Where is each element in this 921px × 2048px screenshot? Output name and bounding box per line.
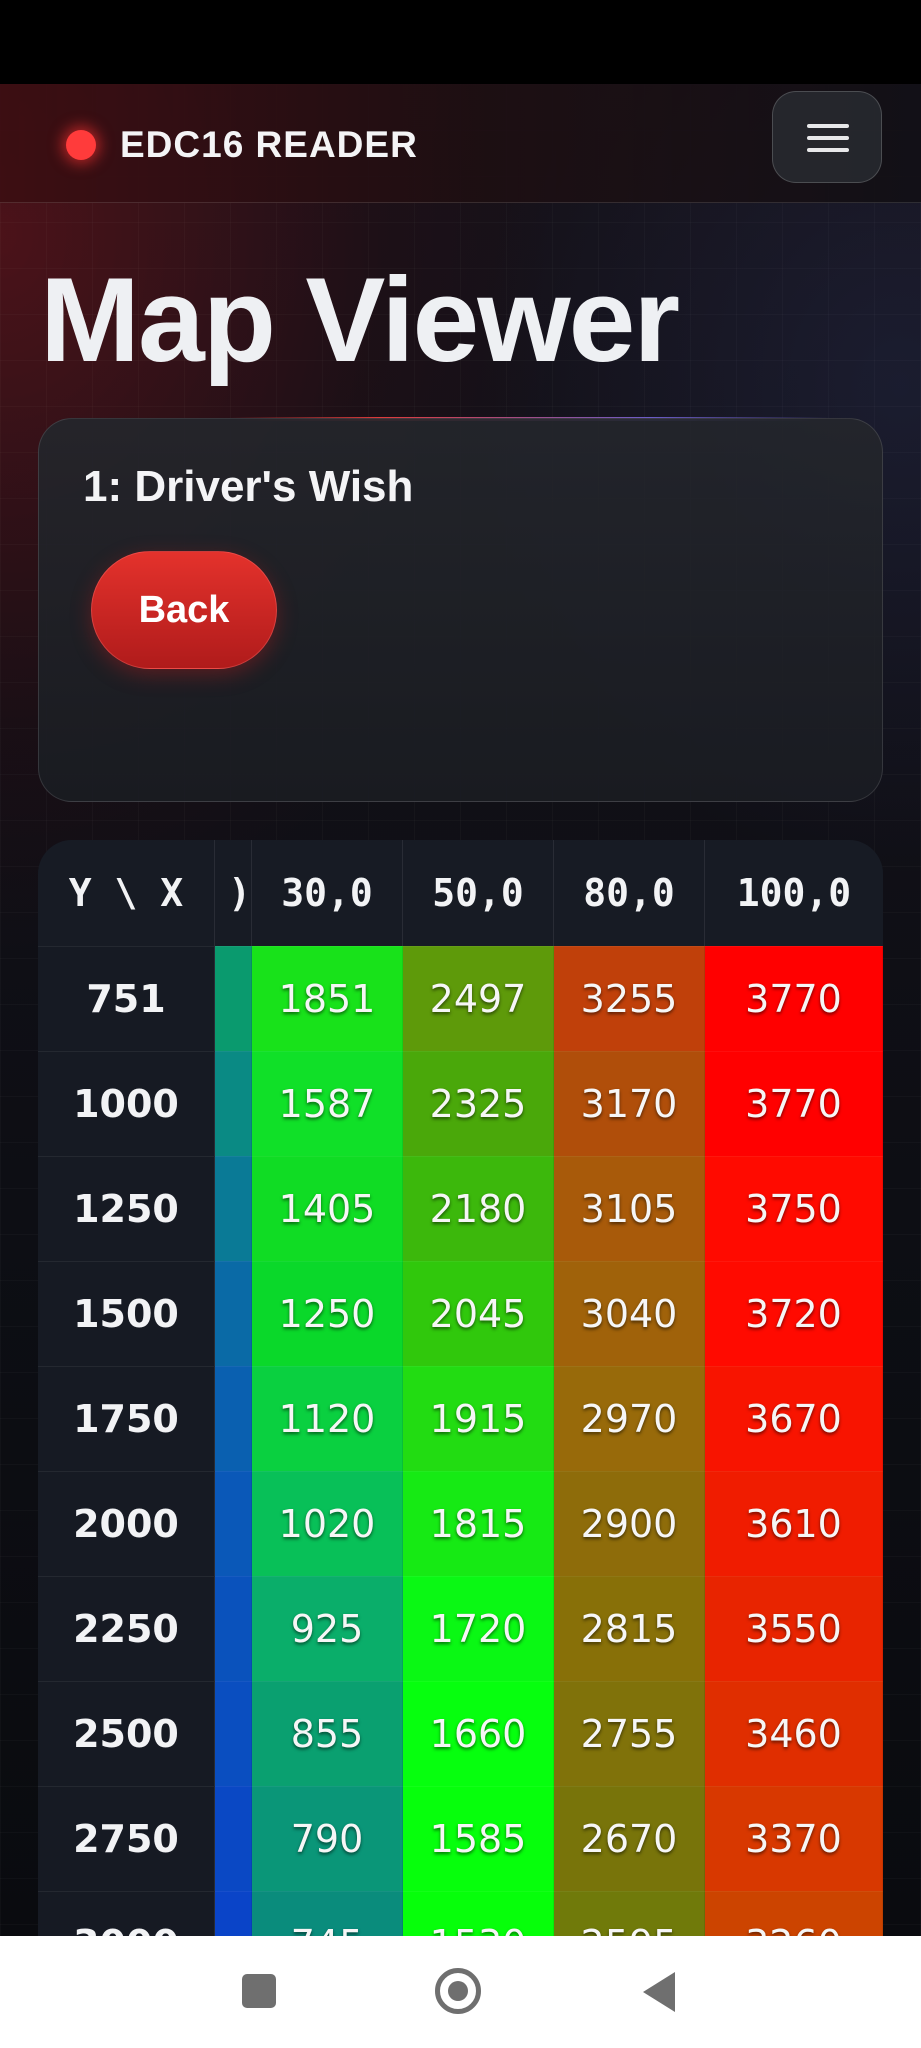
table-cell[interactable]: 3370 [705,1786,883,1891]
system-nav-bar [0,1936,921,2048]
table-cell[interactable]: 855 [252,1681,403,1786]
table-cell[interactable]: 1405 [252,1156,403,1261]
row-label: 2000 [38,1471,215,1576]
table-cell[interactable]: 1120 [252,1366,403,1471]
table-row: 2750 790 1585 2670 3370 [38,1786,883,1891]
table-row: 2500 855 1660 2755 3460 [38,1681,883,1786]
table-cell[interactable]: 1851 [252,946,403,1051]
table-header-row: Y \ X ) 30,0 50,0 80,0 100,0 [38,840,883,946]
back-icon[interactable] [643,1972,675,2012]
table-cell[interactable]: 1250 [252,1261,403,1366]
table-cell[interactable]: 3750 [705,1156,883,1261]
row-label: 1750 [38,1366,215,1471]
app-header: EDC16 READER [0,84,921,203]
table-cell[interactable]: 3260 [705,1891,883,1936]
table-cell[interactable]: 1815 [403,1471,554,1576]
page-title: Map Viewer [40,253,680,387]
corner-label: Y \ X [38,840,215,946]
table-row: 2250 925 1720 2815 3550 [38,1576,883,1681]
table-cell[interactable]: 1587 [252,1051,403,1156]
table-cell[interactable]: 3105 [554,1156,705,1261]
row-label: 3000 [38,1891,215,1936]
table-cell[interactable]: 2595 [554,1891,705,1936]
table-cell[interactable] [215,1261,252,1366]
table-row: 1250 1405 2180 3105 3750 [38,1156,883,1261]
table-cell[interactable]: 1915 [403,1366,554,1471]
table-cell[interactable]: 3040 [554,1261,705,1366]
table-cell[interactable]: 2755 [554,1681,705,1786]
table-cell[interactable]: 2900 [554,1471,705,1576]
column-header: 100,0 [736,871,852,915]
table-cell[interactable] [215,1156,252,1261]
table-cell[interactable]: 3670 [705,1366,883,1471]
map-table: Y \ X ) 30,0 50,0 80,0 100,0 751 1851 2497… [38,840,883,1936]
table-cell[interactable]: 2815 [554,1576,705,1681]
status-dot-icon [66,130,96,160]
table-cell[interactable]: 1720 [403,1576,554,1681]
table-cell[interactable]: 1530 [403,1891,554,1936]
row-label: 2750 [38,1786,215,1891]
table-cell[interactable]: 1585 [403,1786,554,1891]
table-cell[interactable]: 925 [252,1576,403,1681]
table-cell[interactable]: 790 [252,1786,403,1891]
brand-title: EDC16 READER [120,124,418,165]
table-cell[interactable]: 3770 [705,1051,883,1156]
row-label: 1250 [38,1156,215,1261]
table-cell[interactable] [215,1366,252,1471]
table-cell[interactable] [215,946,252,1051]
table-cell[interactable]: 2325 [403,1051,554,1156]
column-header: 50,0 [403,840,554,946]
table-cell[interactable]: 3550 [705,1576,883,1681]
row-label: 1000 [38,1051,215,1156]
table-cell[interactable]: 3610 [705,1471,883,1576]
table-row: 1750 1120 1915 2970 3670 [38,1366,883,1471]
map-name: 1: Driver's Wish [83,462,414,511]
table-cell[interactable] [215,1471,252,1576]
row-label: 1500 [38,1261,215,1366]
table-cell[interactable]: 745 [252,1891,403,1936]
table-cell[interactable]: 2180 [403,1156,554,1261]
table-cell[interactable]: 1660 [403,1681,554,1786]
table-cell[interactable] [215,1576,252,1681]
table-row: 1500 1250 2045 3040 3720 [38,1261,883,1366]
table-row: 3000 745153025953260 [38,1891,883,1936]
table-cell[interactable]: 3770 [705,946,883,1051]
table-cell[interactable] [215,1786,252,1891]
status-bar [0,0,921,84]
table-cell[interactable]: 2045 [403,1261,554,1366]
row-label: 2500 [38,1681,215,1786]
table-cell[interactable]: 2497 [403,946,554,1051]
row-label: 751 [38,946,215,1051]
table-cell[interactable]: 3720 [705,1261,883,1366]
table-row: 2000 1020 1815 2900 3610 [38,1471,883,1576]
column-header: 30,0 [252,840,403,946]
table-cell[interactable]: 3255 [554,946,705,1051]
recent-apps-icon[interactable] [242,1974,276,2008]
table-cell[interactable] [215,1891,252,1936]
home-icon[interactable] [435,1968,481,2014]
table-cell[interactable]: 3460 [705,1681,883,1786]
column-header: 80,0 [554,840,705,946]
table-cell[interactable] [215,1051,252,1156]
table-cell[interactable]: 2970 [554,1366,705,1471]
table-row: 751 1851 2497 3255 3770 [38,946,883,1051]
table-cell[interactable]: 3170 [554,1051,705,1156]
table-cell[interactable]: 2670 [554,1786,705,1891]
table-row: 1000 1587 2325 3170 3770 [38,1051,883,1156]
menu-button[interactable] [772,91,882,183]
table-cell[interactable]: 1020 [252,1471,403,1576]
row-label: 2250 [38,1576,215,1681]
column-header: ) [215,840,252,946]
back-button[interactable]: Back [91,551,277,669]
app-screen: EDC16 READER Map Viewer 1: Driver's Wish… [0,84,921,1936]
table-cell[interactable] [215,1681,252,1786]
map-info-card: 1: Driver's Wish Back [38,418,883,802]
